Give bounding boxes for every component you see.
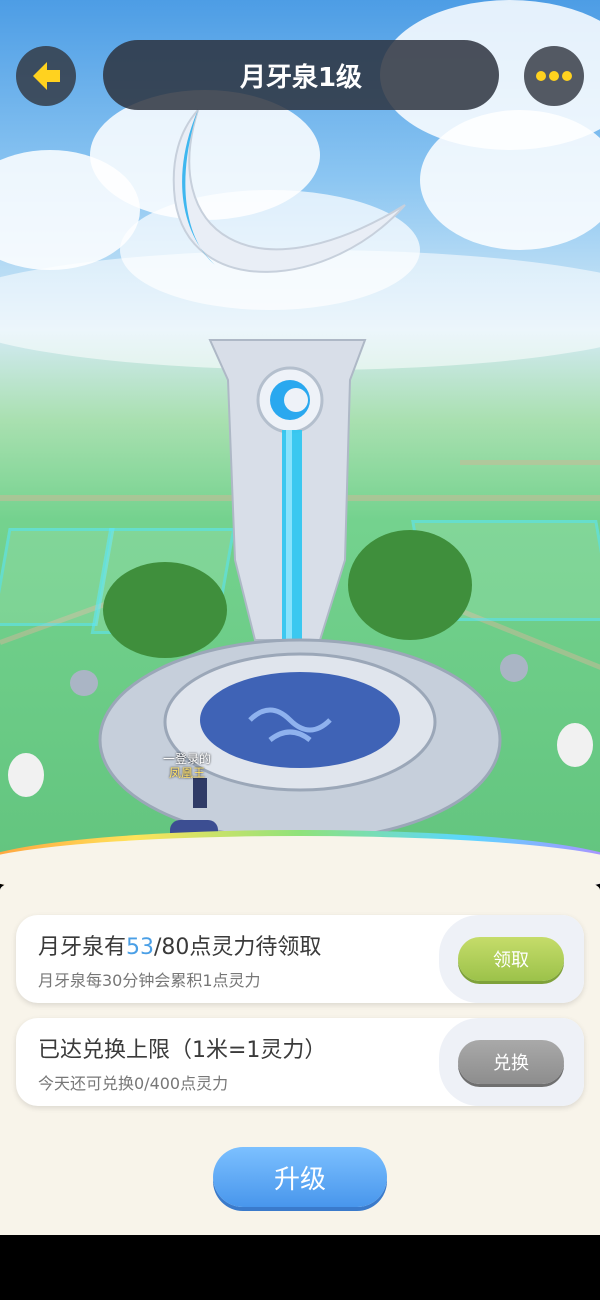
game-scene: 一登录的 凤凰王 [0,0,600,880]
claim-title-prefix: 月牙泉有 [38,935,127,960]
claim-card-subtitle: 月牙泉每30分钟会累积1点灵力 [38,971,261,990]
back-button[interactable] [16,46,76,106]
claim-card: 月牙泉有53/80点灵力待领取 月牙泉每30分钟会累积1点灵力 领取 [16,915,584,1003]
bottom-bar [0,1235,600,1300]
exchange-card: 已达兑换上限（1米=1灵力） 今天还可兑换0/400点灵力 兑换 [16,1018,584,1106]
npc-label-line1: 一登录的 [163,752,212,766]
npc-label-line2: 凤凰王 [169,766,206,780]
more-button[interactable] [524,46,584,106]
upgrade-button[interactable]: 升级 [213,1147,387,1207]
more-dots-icon [536,71,572,81]
claim-button[interactable]: 领取 [458,937,564,981]
claim-pending-value: 53 [126,935,155,960]
exchange-button[interactable]: 兑换 [458,1040,564,1084]
exchange-card-title: 已达兑换上限（1米=1灵力） [38,1038,327,1063]
page-title: 月牙泉1级 [103,40,499,110]
claim-card-title: 月牙泉有53/80点灵力待领取 [38,929,321,961]
moon-spring-building [8,109,593,880]
arrow-left-icon [33,62,60,90]
exchange-card-subtitle: 今天还可兑换0/400点灵力 [38,1074,229,1093]
npc-name-label: 一登录的 凤凰王 [163,752,211,780]
claim-title-suffix: /80点灵力待领取 [154,935,322,960]
